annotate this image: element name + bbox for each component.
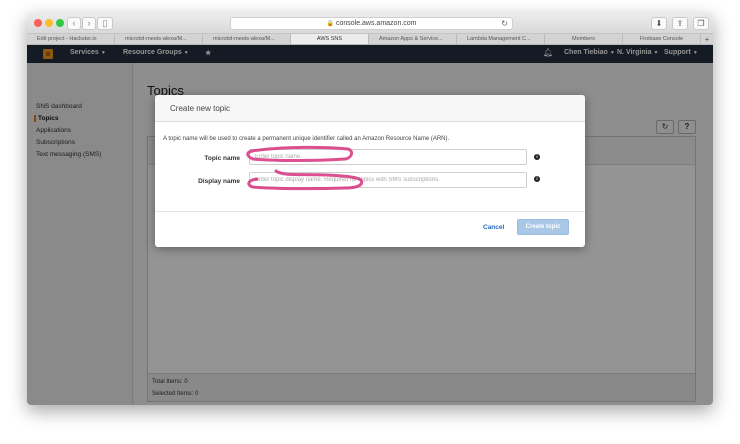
display-name-info-icon[interactable]: i [534, 176, 540, 182]
share-button[interactable]: ⇪ [672, 17, 688, 30]
tab-microbit-2[interactable]: microbit-meets-alexa/M... [203, 34, 291, 44]
tabs-icon: ❐ [697, 19, 705, 28]
dialog-header: Create new topic [155, 95, 585, 122]
tab-hackster[interactable]: Edit project - Hackster.io [27, 34, 115, 44]
dialog-description: A topic name will be used to create a pe… [163, 136, 450, 142]
browser-titlebar: ‹ › ▯ 🔒 console.aws.amazon.com ↻ ⬇ ⇪ ❐ [27, 13, 713, 34]
browser-window: ‹ › ▯ 🔒 console.aws.amazon.com ↻ ⬇ ⇪ ❐ Ed… [27, 13, 713, 405]
lock-icon: 🔒 [326, 21, 334, 27]
create-topic-button[interactable]: Create topic [517, 219, 569, 235]
cancel-button[interactable]: Cancel [483, 224, 504, 231]
tabs-overview-button[interactable]: ❐ [693, 17, 709, 30]
back-button[interactable]: ‹ [67, 17, 81, 30]
tab-lambda[interactable]: Lambda Management C... [457, 34, 545, 44]
minimize-window-button[interactable] [45, 19, 53, 27]
chevron-left-icon: ‹ [72, 18, 76, 28]
tab-firebase[interactable]: Firebase Console [623, 34, 701, 44]
address-text: console.aws.amazon.com [335, 20, 417, 27]
tab-aws-sns[interactable]: AWS SNS [291, 34, 369, 44]
tab-amazon-apps[interactable]: Amazon Apps & Service... [369, 34, 457, 44]
dialog-title: Create new topic [170, 104, 231, 113]
topic-name-label: Topic name [204, 155, 240, 162]
close-window-button[interactable] [34, 19, 42, 27]
display-name-label: Display name [198, 178, 240, 185]
tab-members[interactable]: Members [545, 34, 623, 44]
topic-name-info-icon[interactable]: i [534, 154, 540, 160]
downloads-button[interactable]: ⬇ [651, 17, 667, 30]
tab-bar: Edit project - Hackster.io microbit-meet… [27, 34, 713, 45]
create-topic-dialog: Create new topic A topic name will be us… [155, 95, 585, 247]
new-tab-button[interactable]: + [701, 34, 713, 44]
share-icon: ⇪ [676, 19, 684, 28]
forward-button[interactable]: › [82, 17, 96, 30]
address-bar[interactable]: 🔒 console.aws.amazon.com ↻ [230, 17, 513, 30]
tab-microbit-1[interactable]: microbit-meets-alexa/M... [115, 34, 203, 44]
chevron-right-icon: › [87, 18, 91, 28]
download-icon: ⬇ [655, 19, 663, 28]
topic-name-input[interactable] [249, 149, 527, 165]
reload-icon[interactable]: ↻ [501, 18, 508, 30]
sidebar-toggle-button[interactable]: ▯ [97, 17, 113, 30]
sidebar-icon: ▯ [102, 18, 108, 28]
zoom-window-button[interactable] [56, 19, 64, 27]
dialog-footer: Cancel Create topic [155, 211, 585, 247]
display-name-input[interactable] [249, 172, 527, 188]
